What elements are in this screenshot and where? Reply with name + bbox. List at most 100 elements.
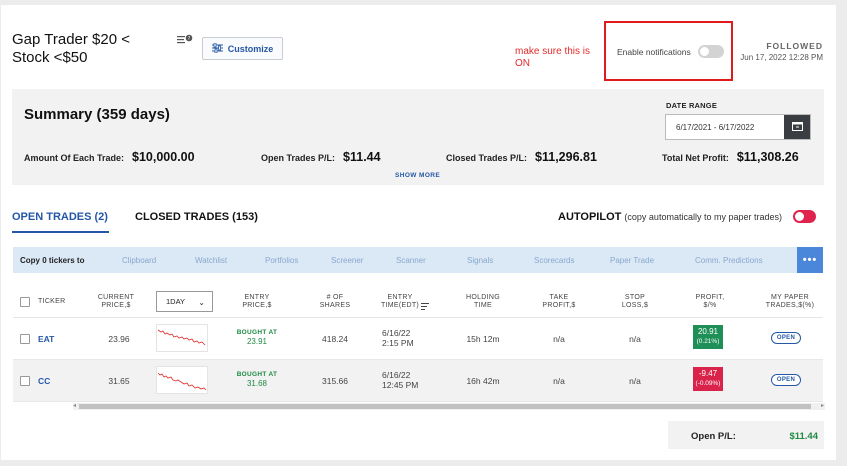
current-price: 31.65	[108, 376, 130, 386]
filter-list-icon[interactable]: ?	[177, 34, 193, 48]
tab-closed-trades[interactable]: CLOSED TRADES (153)	[135, 211, 258, 223]
date-range-value: 6/17/2021 - 6/17/2022	[676, 123, 755, 132]
col-profit: PROFIT, $/%	[695, 294, 725, 309]
autopilot-label: AUTOPILOT (copy automatically to my pape…	[558, 211, 782, 223]
copy-screener[interactable]: Screener	[331, 256, 363, 265]
select-all-checkbox[interactable]	[20, 297, 30, 307]
bought-label: BOUGHT AT	[236, 329, 278, 336]
scroll-left-icon[interactable]: ◂	[73, 402, 76, 409]
open-trades-pl: Open Trades P/L: $11.44	[261, 150, 381, 164]
col-stop-loss: STOP LOSS,$	[621, 294, 649, 309]
trader-card: Gap Trader $20 < Stock <$50 ? Customize …	[1, 5, 836, 460]
total-label: Total Net Profit:	[662, 153, 729, 163]
entry-price-cell: BOUGHT AT 23.91	[227, 328, 287, 346]
summary-panel: Summary (359 days) DATE RANGE 6/17/2021 …	[12, 89, 824, 185]
show-more-link[interactable]: SHOW MORE	[395, 172, 440, 179]
stop-loss: n/a	[629, 334, 641, 344]
autopilot-toggle[interactable]	[793, 210, 816, 223]
summary-title: Summary (359 days)	[24, 106, 170, 123]
notifications-toggle[interactable]	[698, 45, 724, 58]
entry-time: 12:45 PM	[382, 380, 419, 390]
customize-button[interactable]: Customize	[202, 37, 283, 60]
notifications-label: Enable notifications	[617, 47, 691, 57]
period-dropdown[interactable]: 1DAY ⌄	[156, 291, 213, 312]
amount-each-trade: Amount Of Each Trade: $10,000.00	[24, 150, 195, 164]
period-value: 1DAY	[166, 297, 186, 306]
open-paper-trade-button[interactable]: OPEN	[771, 374, 801, 386]
copy-clipboard[interactable]: Clipboard	[122, 256, 156, 265]
total-net-profit: Total Net Profit: $11,308.26	[662, 150, 799, 164]
stop-loss: n/a	[629, 376, 641, 386]
footer-open-pl-label: Open P/L:	[691, 431, 736, 442]
col-paper-trades: MY PAPER TRADES,$(%)	[765, 294, 815, 309]
customize-label: Customize	[227, 43, 274, 54]
amount-value: $10,000.00	[132, 150, 195, 164]
profit-value: 20.91	[697, 327, 719, 336]
horizontal-scrollbar[interactable]: ◂ ▸	[73, 403, 825, 410]
annotation-note: make sure this is ON	[515, 46, 591, 69]
table-header: TICKER CURRENT PRICE,$ 1DAY ⌄ ENTRY PRIC…	[13, 286, 823, 318]
col-entry-time: ENTRY TIME(EDT)	[380, 294, 420, 309]
copy-comm-predictions[interactable]: Comm. Predictions	[695, 256, 763, 265]
col-ticker: TICKER	[38, 298, 66, 305]
sort-icon[interactable]	[421, 297, 429, 315]
col-entry-price: ENTRY PRICE,$	[242, 294, 272, 309]
shares-count: 418.24	[322, 334, 348, 344]
sparkline-chart	[156, 366, 208, 394]
col-shares: # OF SHARES	[319, 294, 351, 309]
closed-pl-label: Closed Trades P/L:	[446, 153, 528, 163]
col-current-price: CURRENT PRICE,$	[97, 294, 135, 309]
entry-date: 6/16/22	[382, 328, 411, 338]
profit-badge: -9.47 (-0.09%)	[693, 367, 723, 391]
take-profit: n/a	[553, 334, 565, 344]
profit-value: -9.47	[698, 369, 718, 378]
row-checkbox[interactable]	[20, 376, 30, 386]
active-tab-indicator	[12, 231, 109, 233]
entry-price: 31.68	[246, 379, 268, 388]
copy-watchlist[interactable]: Watchlist	[195, 256, 227, 265]
total-value: $11,308.26	[736, 150, 799, 164]
row-checkbox[interactable]	[20, 334, 30, 344]
ticker-link[interactable]: EAT	[38, 334, 54, 344]
copy-toolbar: Copy 0 tickers to Clipboard Watchlist Po…	[13, 247, 823, 273]
page-title: Gap Trader $20 < Stock <$50	[12, 31, 130, 66]
open-pl-label: Open Trades P/L:	[261, 153, 336, 163]
copy-scorecards[interactable]: Scorecards	[534, 256, 574, 265]
profit-percent: (0.21%)	[696, 338, 720, 345]
sparkline-chart	[156, 324, 208, 352]
svg-text:?: ?	[188, 36, 191, 42]
table-row[interactable]: EAT 23.96 BOUGHT AT 23.91 418.24 6/16/22…	[13, 318, 823, 360]
followed-label: FOLLOWED	[766, 41, 823, 51]
entry-date: 6/16/22	[382, 370, 411, 380]
sliders-icon	[211, 42, 223, 55]
closed-pl-value: $11,296.81	[535, 150, 597, 164]
more-options-button[interactable]: •••	[797, 247, 823, 273]
tab-open-trades[interactable]: OPEN TRADES (2)	[12, 211, 108, 223]
take-profit: n/a	[553, 376, 565, 386]
entry-price: 23.91	[246, 337, 268, 346]
copy-paper-trade[interactable]: Paper Trade	[610, 256, 654, 265]
col-take-profit: TAKE PROFIT,$	[542, 294, 576, 309]
bought-label: BOUGHT AT	[236, 371, 278, 378]
profit-badge: 20.91 (0.21%)	[693, 325, 723, 349]
scrollbar-thumb[interactable]	[79, 404, 811, 409]
holding-time: 16h 42m	[466, 376, 500, 386]
copy-portfolios[interactable]: Portfolios	[265, 256, 298, 265]
date-range-input[interactable]: 6/17/2021 - 6/17/2022	[665, 114, 811, 140]
amount-label: Amount Of Each Trade:	[24, 153, 125, 163]
footer-open-pl-value: $11.44	[789, 431, 818, 442]
table-row[interactable]: CC 31.65 BOUGHT AT 31.68 315.66 6/16/22 …	[13, 360, 823, 402]
copy-scanner[interactable]: Scanner	[396, 256, 426, 265]
copy-signals[interactable]: Signals	[467, 256, 493, 265]
ticker-link[interactable]: CC	[38, 376, 50, 386]
chevron-down-icon: ⌄	[198, 298, 205, 307]
col-holding-time: HOLDING TIME	[466, 294, 500, 309]
shares-count: 315.66	[322, 376, 348, 386]
closed-trades-pl: Closed Trades P/L: $11,296.81	[446, 150, 597, 164]
open-paper-trade-button[interactable]: OPEN	[771, 332, 801, 344]
scroll-right-icon[interactable]: ▸	[821, 402, 824, 409]
copy-label: Copy 0 tickers to	[20, 256, 85, 265]
profit-percent: (-0.09%)	[695, 380, 721, 387]
calendar-button[interactable]	[784, 115, 810, 139]
entry-time-cell: 6/16/22 12:45 PM	[382, 370, 432, 390]
